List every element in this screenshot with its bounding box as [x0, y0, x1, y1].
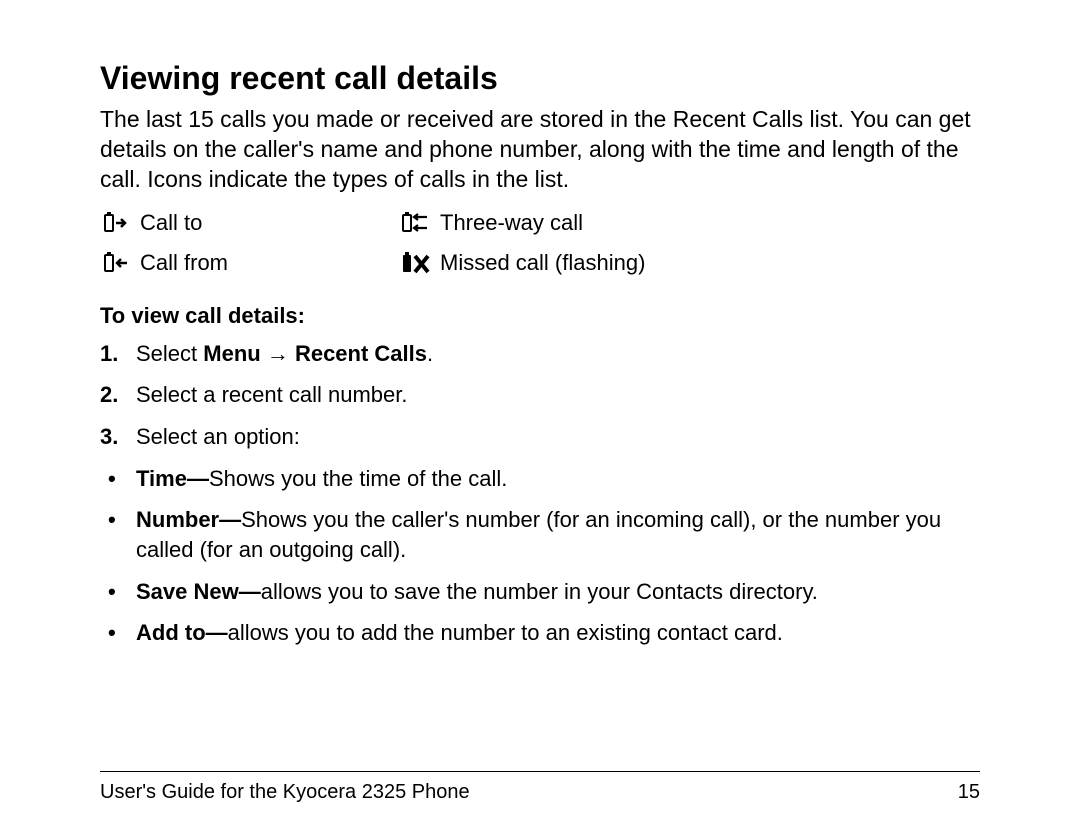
legend-label: Call from	[140, 250, 228, 276]
legend-row: Missed call (flashing)	[400, 243, 820, 283]
missed-call-icon	[400, 250, 432, 276]
call-from-icon	[100, 251, 132, 275]
option-name: Number—	[136, 507, 241, 532]
footer-divider	[100, 771, 980, 772]
legend-row: Call to	[100, 203, 400, 243]
options-list: Time—Shows you the time of the call. Num…	[100, 464, 980, 648]
page-title: Viewing recent call details	[100, 60, 980, 97]
subheading: To view call details:	[100, 303, 980, 329]
option-name: Time—	[136, 466, 209, 491]
option-name: Save New—	[136, 579, 261, 604]
legend-label: Call to	[140, 210, 202, 236]
option-item: Add to—allows you to add the number to a…	[100, 618, 980, 648]
step-text: Select an option:	[136, 424, 300, 449]
icon-legend: Call to Call from Three-way call Miss	[100, 203, 980, 283]
steps-list: 1. Select Menu → Recent Calls. 2. Select…	[100, 339, 980, 452]
option-text: Shows you the time of the call.	[209, 466, 507, 491]
step-text: .	[427, 341, 433, 366]
option-text: allows you to save the number in your Co…	[261, 579, 818, 604]
step-text: Select	[136, 341, 203, 366]
option-item: Save New—allows you to save the number i…	[100, 577, 980, 607]
legend-label: Three-way call	[440, 210, 583, 236]
legend-label: Missed call (flashing)	[440, 250, 645, 276]
arrow-text: →	[261, 341, 295, 366]
step-item: 1. Select Menu → Recent Calls.	[100, 339, 980, 369]
three-way-call-icon	[400, 211, 432, 235]
footer-title: User's Guide for the Kyocera 2325 Phone	[100, 781, 470, 804]
menu-path: Recent Calls	[295, 341, 427, 366]
call-to-icon	[100, 211, 132, 235]
page-footer: User's Guide for the Kyocera 2325 Phone …	[100, 781, 980, 804]
option-item: Number—Shows you the caller's number (fo…	[100, 505, 980, 564]
step-text: Select a recent call number.	[136, 382, 407, 407]
legend-row: Three-way call	[400, 203, 820, 243]
step-item: 2. Select a recent call number.	[100, 380, 980, 410]
page-number: 15	[958, 781, 980, 804]
option-item: Time—Shows you the time of the call.	[100, 464, 980, 494]
legend-row: Call from	[100, 243, 400, 283]
option-text: allows you to add the number to an exist…	[228, 620, 783, 645]
option-name: Add to—	[136, 620, 228, 645]
step-item: 3. Select an option:	[100, 422, 980, 452]
menu-path: Menu	[203, 341, 260, 366]
option-text: Shows you the caller's number (for an in…	[136, 507, 941, 562]
intro-paragraph: The last 15 calls you made or received a…	[100, 105, 980, 195]
